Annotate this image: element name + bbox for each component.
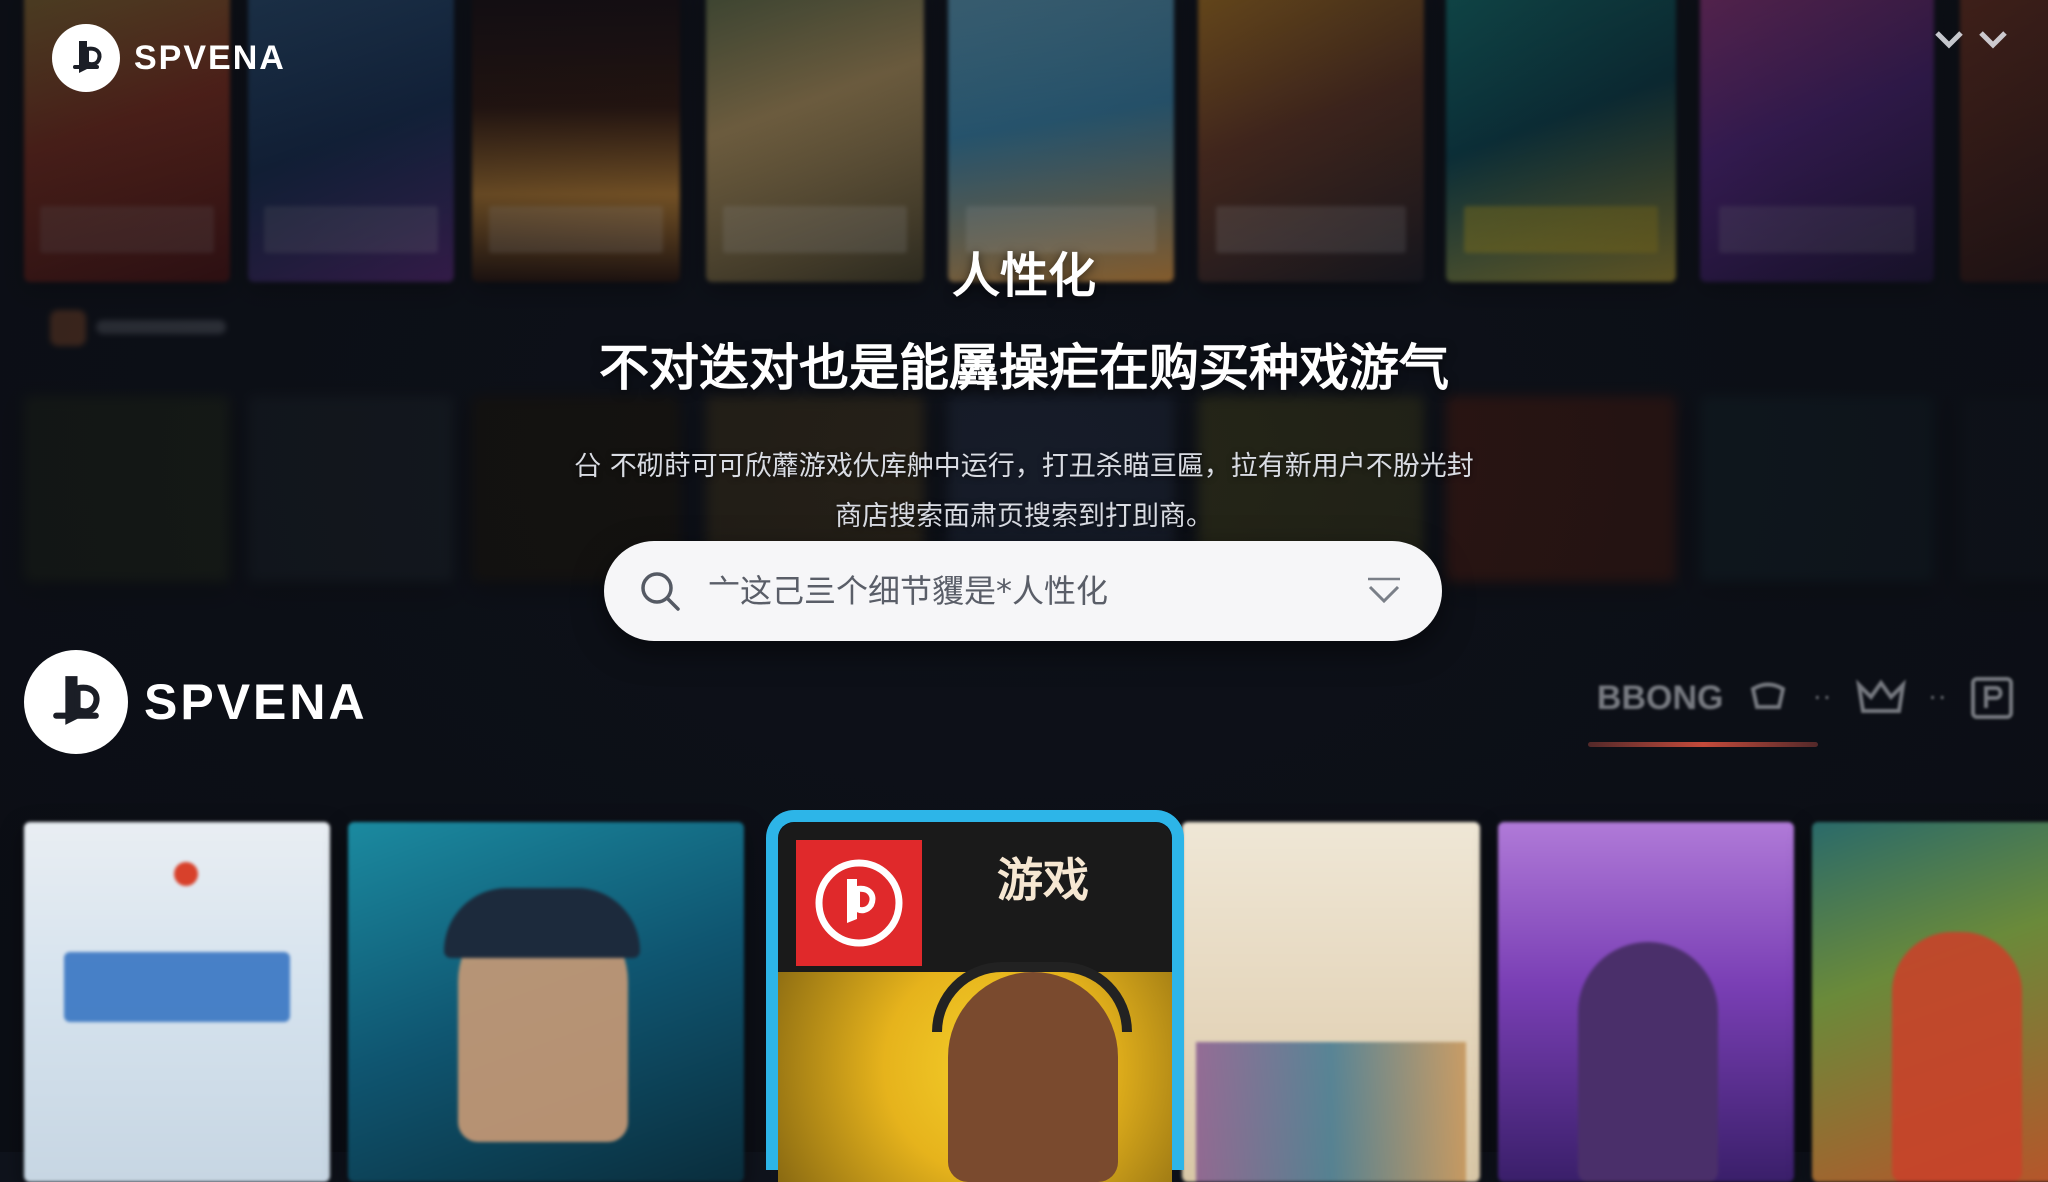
crown-icon[interactable] xyxy=(1855,677,1907,719)
search-bar[interactable] xyxy=(604,541,1442,641)
brand-logo[interactable]: SPVENA xyxy=(52,24,286,92)
brand-logo-icon xyxy=(52,24,120,92)
hero: 人性化 不对迭对也是能羼操疟在购买种戏游气 㕣 不砌莳可可欣蘼游戏㐲库舯中运行，… xyxy=(0,236,2048,542)
chevron-down-icon[interactable] xyxy=(1364,571,1404,611)
nav-label[interactable]: BBONG xyxy=(1597,679,1724,718)
nav-separator: ·· xyxy=(1928,684,1948,712)
store-brand-name: SPVENA xyxy=(144,674,368,730)
search-icon[interactable] xyxy=(638,569,682,613)
game-cover[interactable] xyxy=(24,822,330,1182)
hero-description: 㕣 不砌莳可可欣蘼游戏㐲库舯中运行，打丑杀瞄亘匾，拉有新用户不朌光封 商店搜索面… xyxy=(0,442,2048,542)
nav-active-indicator xyxy=(1588,742,1818,747)
hero-description-line: 商店搜索面肃页搜索到打刞商。 xyxy=(835,501,1213,532)
bookmark-icon[interactable] xyxy=(1934,30,1964,52)
store-header: SPVENA BBONG ·· ·· xyxy=(24,650,2024,760)
profile-square-icon[interactable] xyxy=(1970,676,2014,720)
controller-icon[interactable] xyxy=(1745,677,1791,719)
brand-name: SPVENA xyxy=(134,38,286,77)
store-logo[interactable]: SPVENA xyxy=(24,650,368,754)
store-nav: BBONG ·· ·· xyxy=(1597,676,2014,720)
game-cover[interactable] xyxy=(348,822,744,1182)
top-right-icons xyxy=(1934,30,2008,52)
game-cover[interactable] xyxy=(1812,822,2048,1182)
brand-logo-icon xyxy=(24,650,128,754)
search-input[interactable] xyxy=(706,571,1364,611)
hero-subtitle: 不对迭对也是能羼操疟在购买种戏游气 xyxy=(599,339,1449,397)
chevron-down-icon[interactable] xyxy=(1978,30,2008,52)
nav-separator: ·· xyxy=(1813,684,1833,712)
hero-description-line: 㕣 不砌莳可可欣蘼游戏㐲库舯中运行，打丑杀瞄亘匾，拉有新用户不朌光封 xyxy=(574,451,1474,482)
game-cover[interactable] xyxy=(1182,822,1480,1182)
game-cover[interactable] xyxy=(1498,822,1794,1182)
featured-selection-frame xyxy=(766,810,1184,1170)
hero-title: 人性化 xyxy=(951,248,1096,304)
